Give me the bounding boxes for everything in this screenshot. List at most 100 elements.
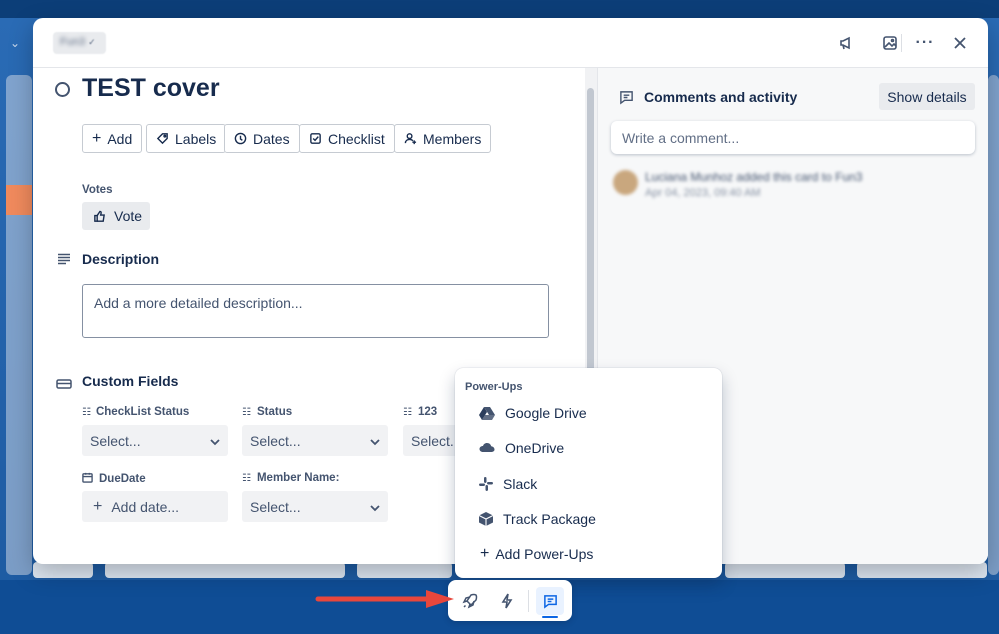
power-up-label: Google Drive xyxy=(505,405,587,421)
plus-icon: + xyxy=(480,545,490,562)
checklist-label: Checklist xyxy=(328,130,385,147)
chevron-down-icon xyxy=(210,433,220,449)
dates-label: Dates xyxy=(253,130,290,147)
board-top-bar xyxy=(0,0,999,18)
power-ups-popover: Power-Ups Google Drive OneDrive Slack Tr… xyxy=(455,368,722,578)
slack-icon xyxy=(479,477,493,491)
calendar-icon xyxy=(82,472,93,486)
megaphone-icon[interactable] xyxy=(835,32,857,54)
checklist-icon xyxy=(310,133,321,144)
status-select[interactable]: Select... xyxy=(242,425,388,456)
add-power-ups-label: Add Power-Ups xyxy=(495,546,594,562)
custom-field-label: ☷ CheckList Status xyxy=(82,406,189,418)
comment-icon xyxy=(543,594,557,609)
toolbar-divider xyxy=(528,590,529,612)
plus-icon: + xyxy=(93,497,103,515)
field-label-text: DueDate xyxy=(99,473,146,485)
field-list-icon: ☷ xyxy=(403,406,412,418)
field-label-text: Status xyxy=(256,406,293,418)
close-icon[interactable] xyxy=(949,32,971,54)
add-power-ups-button[interactable]: + Add Power-Ups xyxy=(480,543,593,565)
power-ups-button[interactable] xyxy=(456,587,484,615)
power-up-slack[interactable]: Slack xyxy=(479,473,537,495)
custom-fields-title: Custom Fields xyxy=(82,373,179,389)
field-list-icon: ☷ xyxy=(242,472,251,484)
power-ups-heading: Power-Ups xyxy=(465,381,523,393)
power-up-google-drive[interactable]: Google Drive xyxy=(479,402,587,424)
power-up-label: Slack xyxy=(503,476,538,492)
labels-button[interactable]: Labels xyxy=(146,124,227,153)
labels-label: Labels xyxy=(175,130,217,147)
background-list xyxy=(988,75,999,575)
activity-entry: Luciana Munhoz added this card to Fun3 A… xyxy=(613,168,913,202)
dates-button[interactable]: Dates xyxy=(224,124,300,153)
show-details-button[interactable]: Show details xyxy=(879,83,975,110)
power-up-onedrive[interactable]: OneDrive xyxy=(479,437,564,459)
background-card xyxy=(725,562,845,578)
background-card xyxy=(357,562,452,578)
list-name: Fun3 xyxy=(60,36,86,48)
background-list xyxy=(6,75,32,575)
annotation-arrow xyxy=(315,590,454,608)
custom-field-label: ☷ 123 xyxy=(403,406,437,418)
field-label-text: 123 xyxy=(417,406,438,418)
rocket-icon xyxy=(462,593,478,609)
automation-button[interactable] xyxy=(493,587,521,615)
modal-header: Fun3 ✓ ··· xyxy=(33,18,988,68)
comment-icon xyxy=(620,90,633,105)
package-icon xyxy=(479,512,493,526)
card-title[interactable]: TEST cover xyxy=(82,74,220,103)
active-indicator xyxy=(542,616,558,618)
select-value: Select... xyxy=(250,498,301,515)
votes-label: Votes xyxy=(82,184,113,196)
add-member-icon xyxy=(404,133,417,145)
members-button[interactable]: Members xyxy=(394,124,492,153)
clock-icon xyxy=(234,132,247,145)
power-up-label: Track Package xyxy=(503,511,596,527)
field-label-text: Member Name: xyxy=(256,472,340,484)
description-title: Description xyxy=(82,251,160,267)
select-value: Select... xyxy=(90,432,141,449)
field-label-text: CheckList Status xyxy=(95,406,190,418)
custom-field-label: ☷ Status xyxy=(242,406,292,418)
avatar[interactable] xyxy=(613,170,638,195)
description-input[interactable]: Add a more detailed description... xyxy=(82,284,549,338)
activity-timestamp[interactable]: Apr 04, 2023, 09:40 AM xyxy=(645,187,761,199)
more-options-icon[interactable]: ··· xyxy=(914,32,936,54)
vote-button[interactable]: Vote xyxy=(82,202,150,230)
list-selector[interactable]: Fun3 ✓ xyxy=(53,32,106,54)
complete-checkbox[interactable] xyxy=(55,82,70,97)
add-button[interactable]: + Add xyxy=(82,124,143,153)
add-label: Add xyxy=(107,130,133,147)
power-up-track-package[interactable]: Track Package xyxy=(479,508,596,530)
member-name-select[interactable]: Select... xyxy=(242,491,388,522)
field-list-icon: ☷ xyxy=(242,406,251,418)
header-divider xyxy=(901,34,902,52)
comment-input[interactable]: Write a comment... xyxy=(611,121,975,154)
comments-header: Comments and activity xyxy=(619,89,797,105)
custom-fields-icon xyxy=(56,376,72,394)
due-date-field[interactable]: + Add date... xyxy=(82,491,228,522)
plus-icon: + xyxy=(92,129,102,147)
comments-button[interactable] xyxy=(536,587,564,615)
vote-label: Vote xyxy=(114,208,143,224)
chevron-down-icon xyxy=(370,433,380,449)
checklist-button[interactable]: Checklist xyxy=(299,124,395,153)
google-drive-icon xyxy=(479,407,495,420)
select-value: Select... xyxy=(411,432,462,449)
background-card xyxy=(105,562,345,578)
chevron-down-icon: ✓ xyxy=(88,37,96,47)
background-card-cover xyxy=(6,185,32,215)
custom-field-label: ☷ Member Name: xyxy=(242,472,339,484)
checklist-status-select[interactable]: Select... xyxy=(82,425,228,456)
chevron-down-icon: ⌄ xyxy=(10,36,21,50)
background-card xyxy=(33,562,93,578)
onedrive-icon xyxy=(479,443,495,452)
chevron-down-icon xyxy=(370,499,380,515)
card-toolbar xyxy=(448,580,572,621)
members-label: Members xyxy=(423,130,482,147)
tag-icon xyxy=(156,133,168,145)
lightning-icon xyxy=(501,593,513,609)
power-up-label: OneDrive xyxy=(505,440,565,456)
cover-image-icon[interactable] xyxy=(879,32,901,54)
